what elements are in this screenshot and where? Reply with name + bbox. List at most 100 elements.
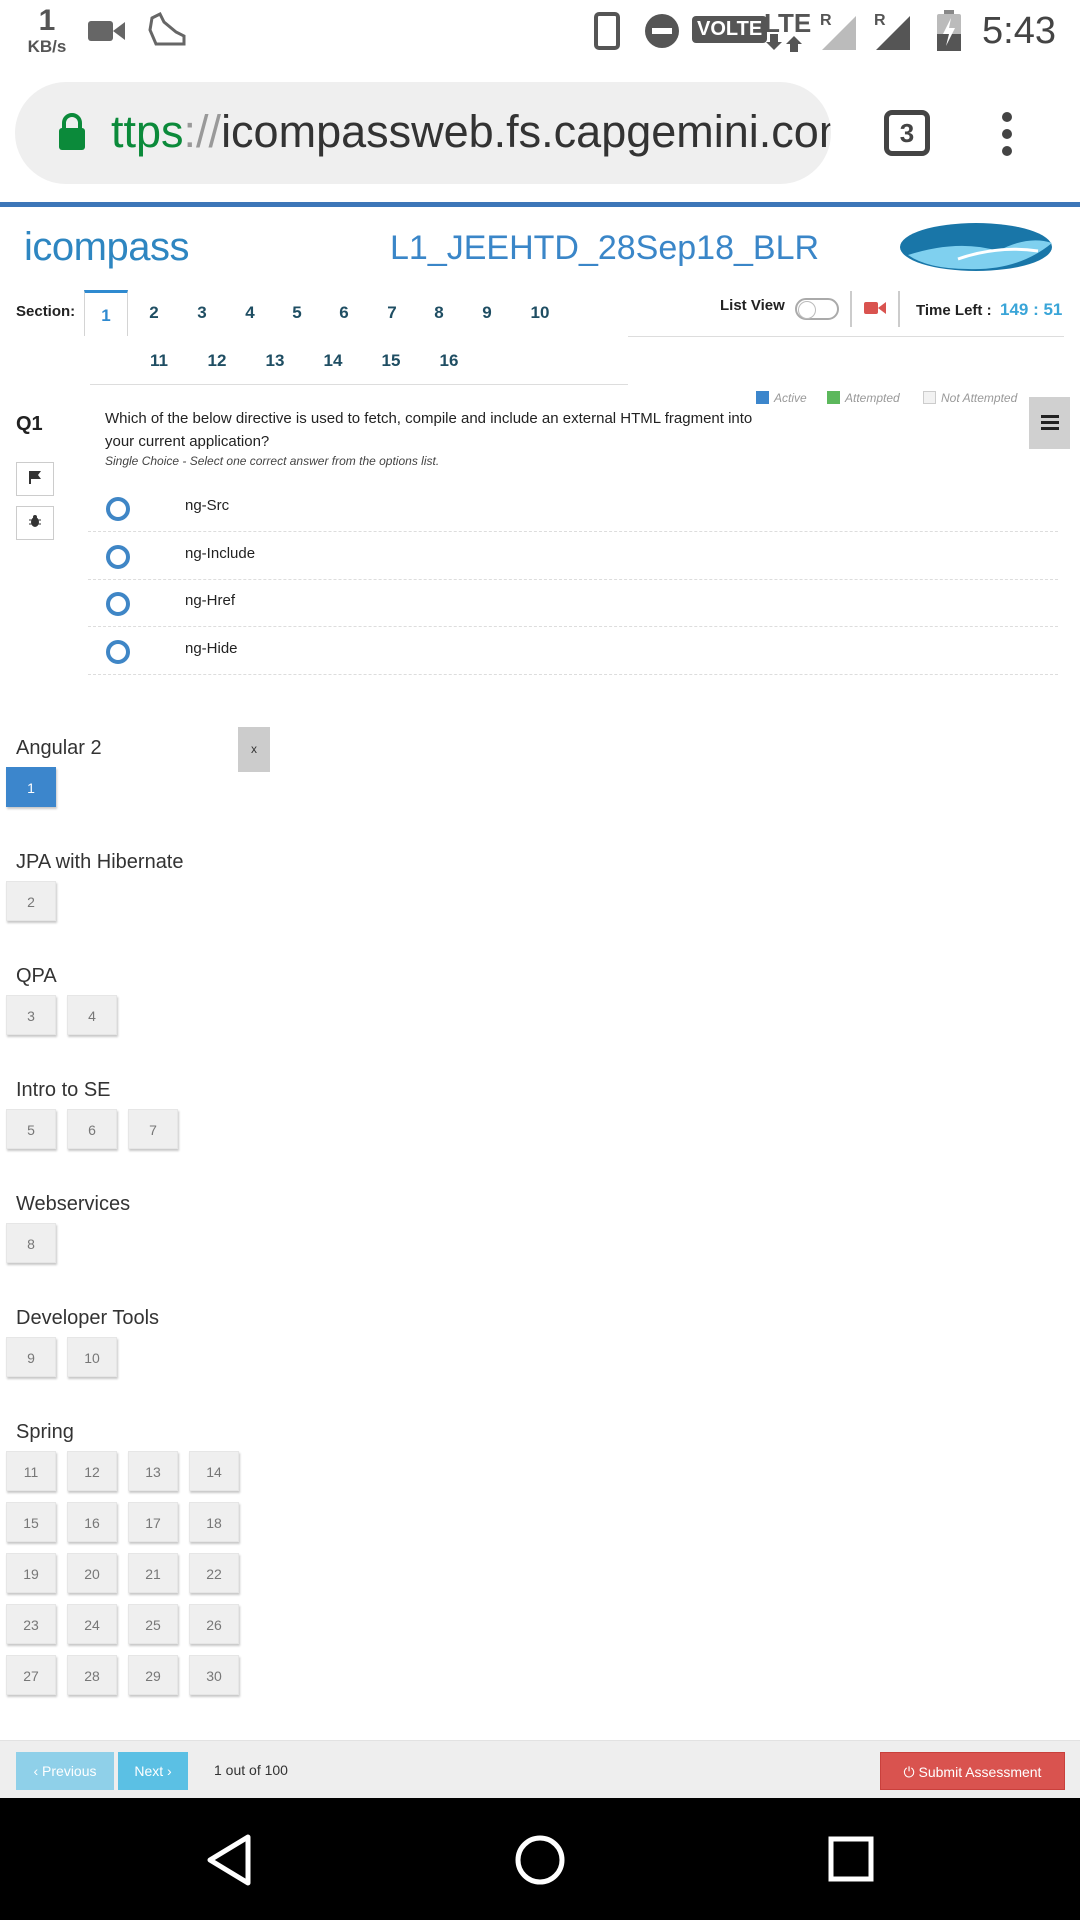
question-nav-button[interactable]: 15 bbox=[6, 1502, 56, 1542]
question-nav-button[interactable]: 23 bbox=[6, 1604, 56, 1644]
question-nav-button[interactable]: 29 bbox=[128, 1655, 178, 1695]
answer-option-label: ng-Href bbox=[185, 592, 236, 609]
question-nav-button[interactable]: 1 bbox=[6, 767, 56, 807]
legend-not-attempted-swatch bbox=[923, 391, 936, 404]
question-nav-button[interactable]: 22 bbox=[189, 1553, 239, 1593]
phone-icon bbox=[594, 12, 620, 55]
url-separator: :// bbox=[183, 106, 222, 157]
section-tab-2[interactable]: 2 bbox=[132, 290, 176, 336]
brand-logo-icon bbox=[898, 221, 1054, 280]
question-nav-button[interactable]: 7 bbox=[128, 1109, 178, 1149]
radio-button[interactable] bbox=[106, 592, 130, 616]
question-nav-button[interactable]: 5 bbox=[6, 1109, 56, 1149]
section-tab-4[interactable]: 4 bbox=[228, 290, 272, 336]
question-nav-button[interactable]: 9 bbox=[6, 1337, 56, 1377]
question-nav-button[interactable]: 28 bbox=[67, 1655, 117, 1695]
volte-badge: VOLTE bbox=[692, 16, 768, 43]
section-tab-6[interactable]: 6 bbox=[322, 290, 366, 336]
question-nav-button[interactable]: 27 bbox=[6, 1655, 56, 1695]
header-divider bbox=[628, 336, 1064, 337]
question-nav-button[interactable]: 10 bbox=[67, 1337, 117, 1377]
question-nav-button[interactable]: 6 bbox=[67, 1109, 117, 1149]
navigator-group-title: Intro to SE bbox=[16, 1079, 111, 1101]
recents-icon[interactable] bbox=[828, 1836, 874, 1887]
section-tab-9[interactable]: 9 bbox=[465, 290, 509, 336]
section-tab-1[interactable]: 1 bbox=[84, 290, 128, 336]
question-nav-button[interactable]: 2 bbox=[6, 881, 56, 921]
camera-proctor-icon bbox=[864, 300, 886, 321]
next-button[interactable]: Next › bbox=[118, 1752, 188, 1790]
section-tab-14[interactable]: 14 bbox=[311, 338, 355, 384]
radio-button[interactable] bbox=[106, 497, 130, 521]
report-bug-button[interactable] bbox=[16, 506, 54, 540]
section-tab-10[interactable]: 10 bbox=[518, 290, 562, 336]
section-tab-11[interactable]: 11 bbox=[137, 338, 181, 384]
question-nav-button[interactable]: 17 bbox=[128, 1502, 178, 1542]
question-nav-button[interactable]: 18 bbox=[189, 1502, 239, 1542]
question-nav-button[interactable]: 26 bbox=[189, 1604, 239, 1644]
question-nav-button[interactable]: 19 bbox=[6, 1553, 56, 1593]
section-tab-12[interactable]: 12 bbox=[195, 338, 239, 384]
section-tab-16[interactable]: 16 bbox=[427, 338, 471, 384]
question-nav-button[interactable]: 8 bbox=[6, 1223, 56, 1263]
question-nav-button[interactable]: 12 bbox=[67, 1451, 117, 1491]
home-icon[interactable] bbox=[514, 1834, 566, 1891]
answer-option[interactable]: ng-Hide bbox=[88, 627, 1058, 675]
signal-icon-1 bbox=[820, 14, 858, 57]
list-view-toggle[interactable] bbox=[795, 298, 839, 320]
radio-button[interactable] bbox=[106, 544, 130, 569]
video-camera-icon bbox=[88, 18, 126, 49]
android-nav-bar bbox=[0, 1798, 1080, 1920]
legend-attempted: Attempted bbox=[827, 391, 900, 405]
question-nav-button[interactable]: 11 bbox=[6, 1451, 56, 1491]
question-nav-button[interactable]: 13 bbox=[128, 1451, 178, 1491]
question-nav-button[interactable]: 24 bbox=[67, 1604, 117, 1644]
exam-page: icompass L1_JEEHTD_28Sep18_BLR Section: … bbox=[0, 202, 1080, 1740]
address-bar[interactable]: ttps://icompassweb.fs.capgemini.com bbox=[15, 82, 831, 184]
navigator-group-title: Webservices bbox=[16, 1193, 131, 1215]
section-label: Section: bbox=[16, 303, 76, 320]
legend-not-attempted: Not Attempted bbox=[923, 391, 1017, 405]
section-tab-15[interactable]: 15 bbox=[369, 338, 413, 384]
section-tab-13[interactable]: 13 bbox=[253, 338, 297, 384]
progress-text: 1 out of 100 bbox=[214, 1762, 288, 1778]
browser-toolbar: ttps://icompassweb.fs.capgemini.com 3 bbox=[0, 62, 1080, 202]
network-speed-value: 1 bbox=[38, 4, 56, 37]
question-nav-button[interactable]: 30 bbox=[189, 1655, 239, 1695]
answer-option[interactable]: ng-Src bbox=[88, 484, 1058, 532]
hamburger-menu-icon[interactable] bbox=[1029, 397, 1070, 449]
list-view-label: List View bbox=[720, 297, 785, 314]
question-nav-button[interactable]: 4 bbox=[67, 995, 117, 1035]
question-nav-button[interactable]: 16 bbox=[67, 1502, 117, 1542]
answer-option[interactable]: ng-Href bbox=[88, 579, 1058, 627]
section-tab-7[interactable]: 7 bbox=[370, 290, 414, 336]
question-nav-button[interactable]: 25 bbox=[128, 1604, 178, 1644]
section-tab-8[interactable]: 8 bbox=[417, 290, 461, 336]
tab-switcher-button[interactable]: 3 bbox=[884, 110, 930, 156]
browser-menu-icon[interactable] bbox=[1002, 112, 1016, 163]
section-tab-5[interactable]: 5 bbox=[275, 290, 319, 336]
question-nav-button[interactable]: 21 bbox=[128, 1553, 178, 1593]
back-icon[interactable] bbox=[206, 1834, 252, 1891]
do-not-disturb-icon bbox=[644, 13, 680, 54]
flag-question-button[interactable] bbox=[16, 462, 54, 496]
question-nav-button[interactable]: 20 bbox=[67, 1553, 117, 1593]
battery-charging-icon bbox=[936, 10, 962, 57]
icompass-logo: icompass bbox=[24, 225, 189, 269]
time-left-value: 149 : 51 bbox=[1000, 300, 1063, 319]
section-divider bbox=[90, 384, 628, 385]
lock-icon bbox=[57, 112, 87, 157]
section-tab-3[interactable]: 3 bbox=[180, 290, 224, 336]
question-nav-button[interactable]: 3 bbox=[6, 995, 56, 1035]
answer-option[interactable]: ng-Include bbox=[88, 532, 1058, 580]
submit-assessment-button[interactable]: ⏻ Submit Assessment bbox=[880, 1752, 1065, 1790]
answer-option-label: ng-Hide bbox=[185, 639, 238, 657]
navigator-group-title: QPA bbox=[16, 965, 57, 987]
previous-button[interactable]: ‹ Previous bbox=[16, 1752, 114, 1790]
close-navigator-button[interactable]: x bbox=[238, 727, 270, 772]
radio-button[interactable] bbox=[106, 639, 130, 664]
legend-not-attempted-label: Not Attempted bbox=[941, 391, 1018, 405]
url-host: icompassweb.fs.capgemini.com bbox=[221, 106, 831, 157]
question-nav-button[interactable]: 14 bbox=[189, 1451, 239, 1491]
answer-option-label: ng-Src bbox=[185, 497, 230, 514]
